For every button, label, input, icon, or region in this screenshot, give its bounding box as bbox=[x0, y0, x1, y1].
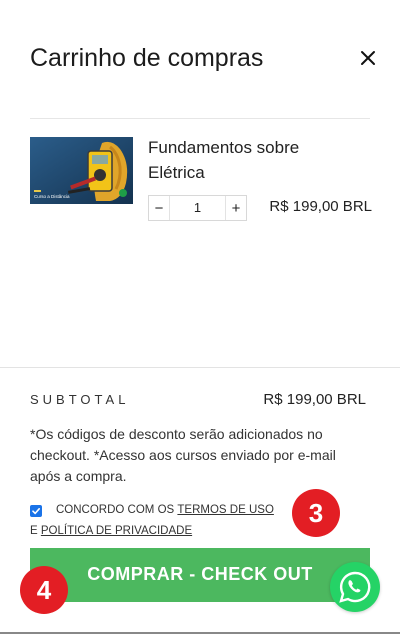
checkout-button[interactable]: COMPRAR - CHECK OUT bbox=[30, 548, 370, 602]
divider bbox=[0, 367, 400, 368]
step-marker-4: 4 bbox=[20, 566, 68, 614]
cart-title: Carrinho de compras bbox=[30, 44, 264, 72]
check-icon bbox=[32, 507, 40, 514]
agree-prefix: CONCORDO COM OS bbox=[56, 504, 175, 516]
divider bbox=[30, 118, 370, 119]
quantity-input[interactable]: 1 bbox=[169, 196, 226, 220]
checkout-note: *Os códigos de desconto serão adicionado… bbox=[30, 426, 336, 484]
agree-conjunction: E bbox=[30, 525, 38, 537]
subtotal-value: R$ 199,00 BRL bbox=[263, 391, 366, 408]
subtotal-label: SUBTOTAL bbox=[30, 392, 130, 407]
cart-header: Carrinho de compras bbox=[30, 42, 380, 76]
cart-item: Curso a Distância Fundamentos sobre Elét… bbox=[30, 137, 372, 227]
privacy-link[interactable]: POLÍTICA DE PRIVACIDADE bbox=[41, 525, 192, 537]
product-name[interactable]: Fundamentos sobre Elétrica bbox=[148, 135, 338, 185]
product-thumbnail[interactable]: Curso a Distância bbox=[30, 137, 133, 204]
decrease-quantity-button[interactable]: − bbox=[149, 196, 169, 220]
step-marker-3: 3 bbox=[292, 489, 340, 537]
whatsapp-icon bbox=[339, 571, 371, 603]
agree-checkbox[interactable] bbox=[30, 504, 42, 517]
thumb-caption: Curso a Distância bbox=[34, 194, 70, 199]
item-price: R$ 199,00 BRL bbox=[269, 198, 372, 215]
terms-link[interactable]: TERMOS DE USO bbox=[177, 500, 273, 521]
whatsapp-button[interactable] bbox=[330, 562, 380, 612]
quantity-stepper: − 1 + bbox=[148, 195, 247, 221]
close-icon[interactable] bbox=[356, 46, 380, 70]
terms-agreement: CONCORDO COM OS TERMOS DE USO E POLÍTICA… bbox=[30, 500, 290, 542]
increase-quantity-button[interactable]: + bbox=[226, 196, 246, 220]
